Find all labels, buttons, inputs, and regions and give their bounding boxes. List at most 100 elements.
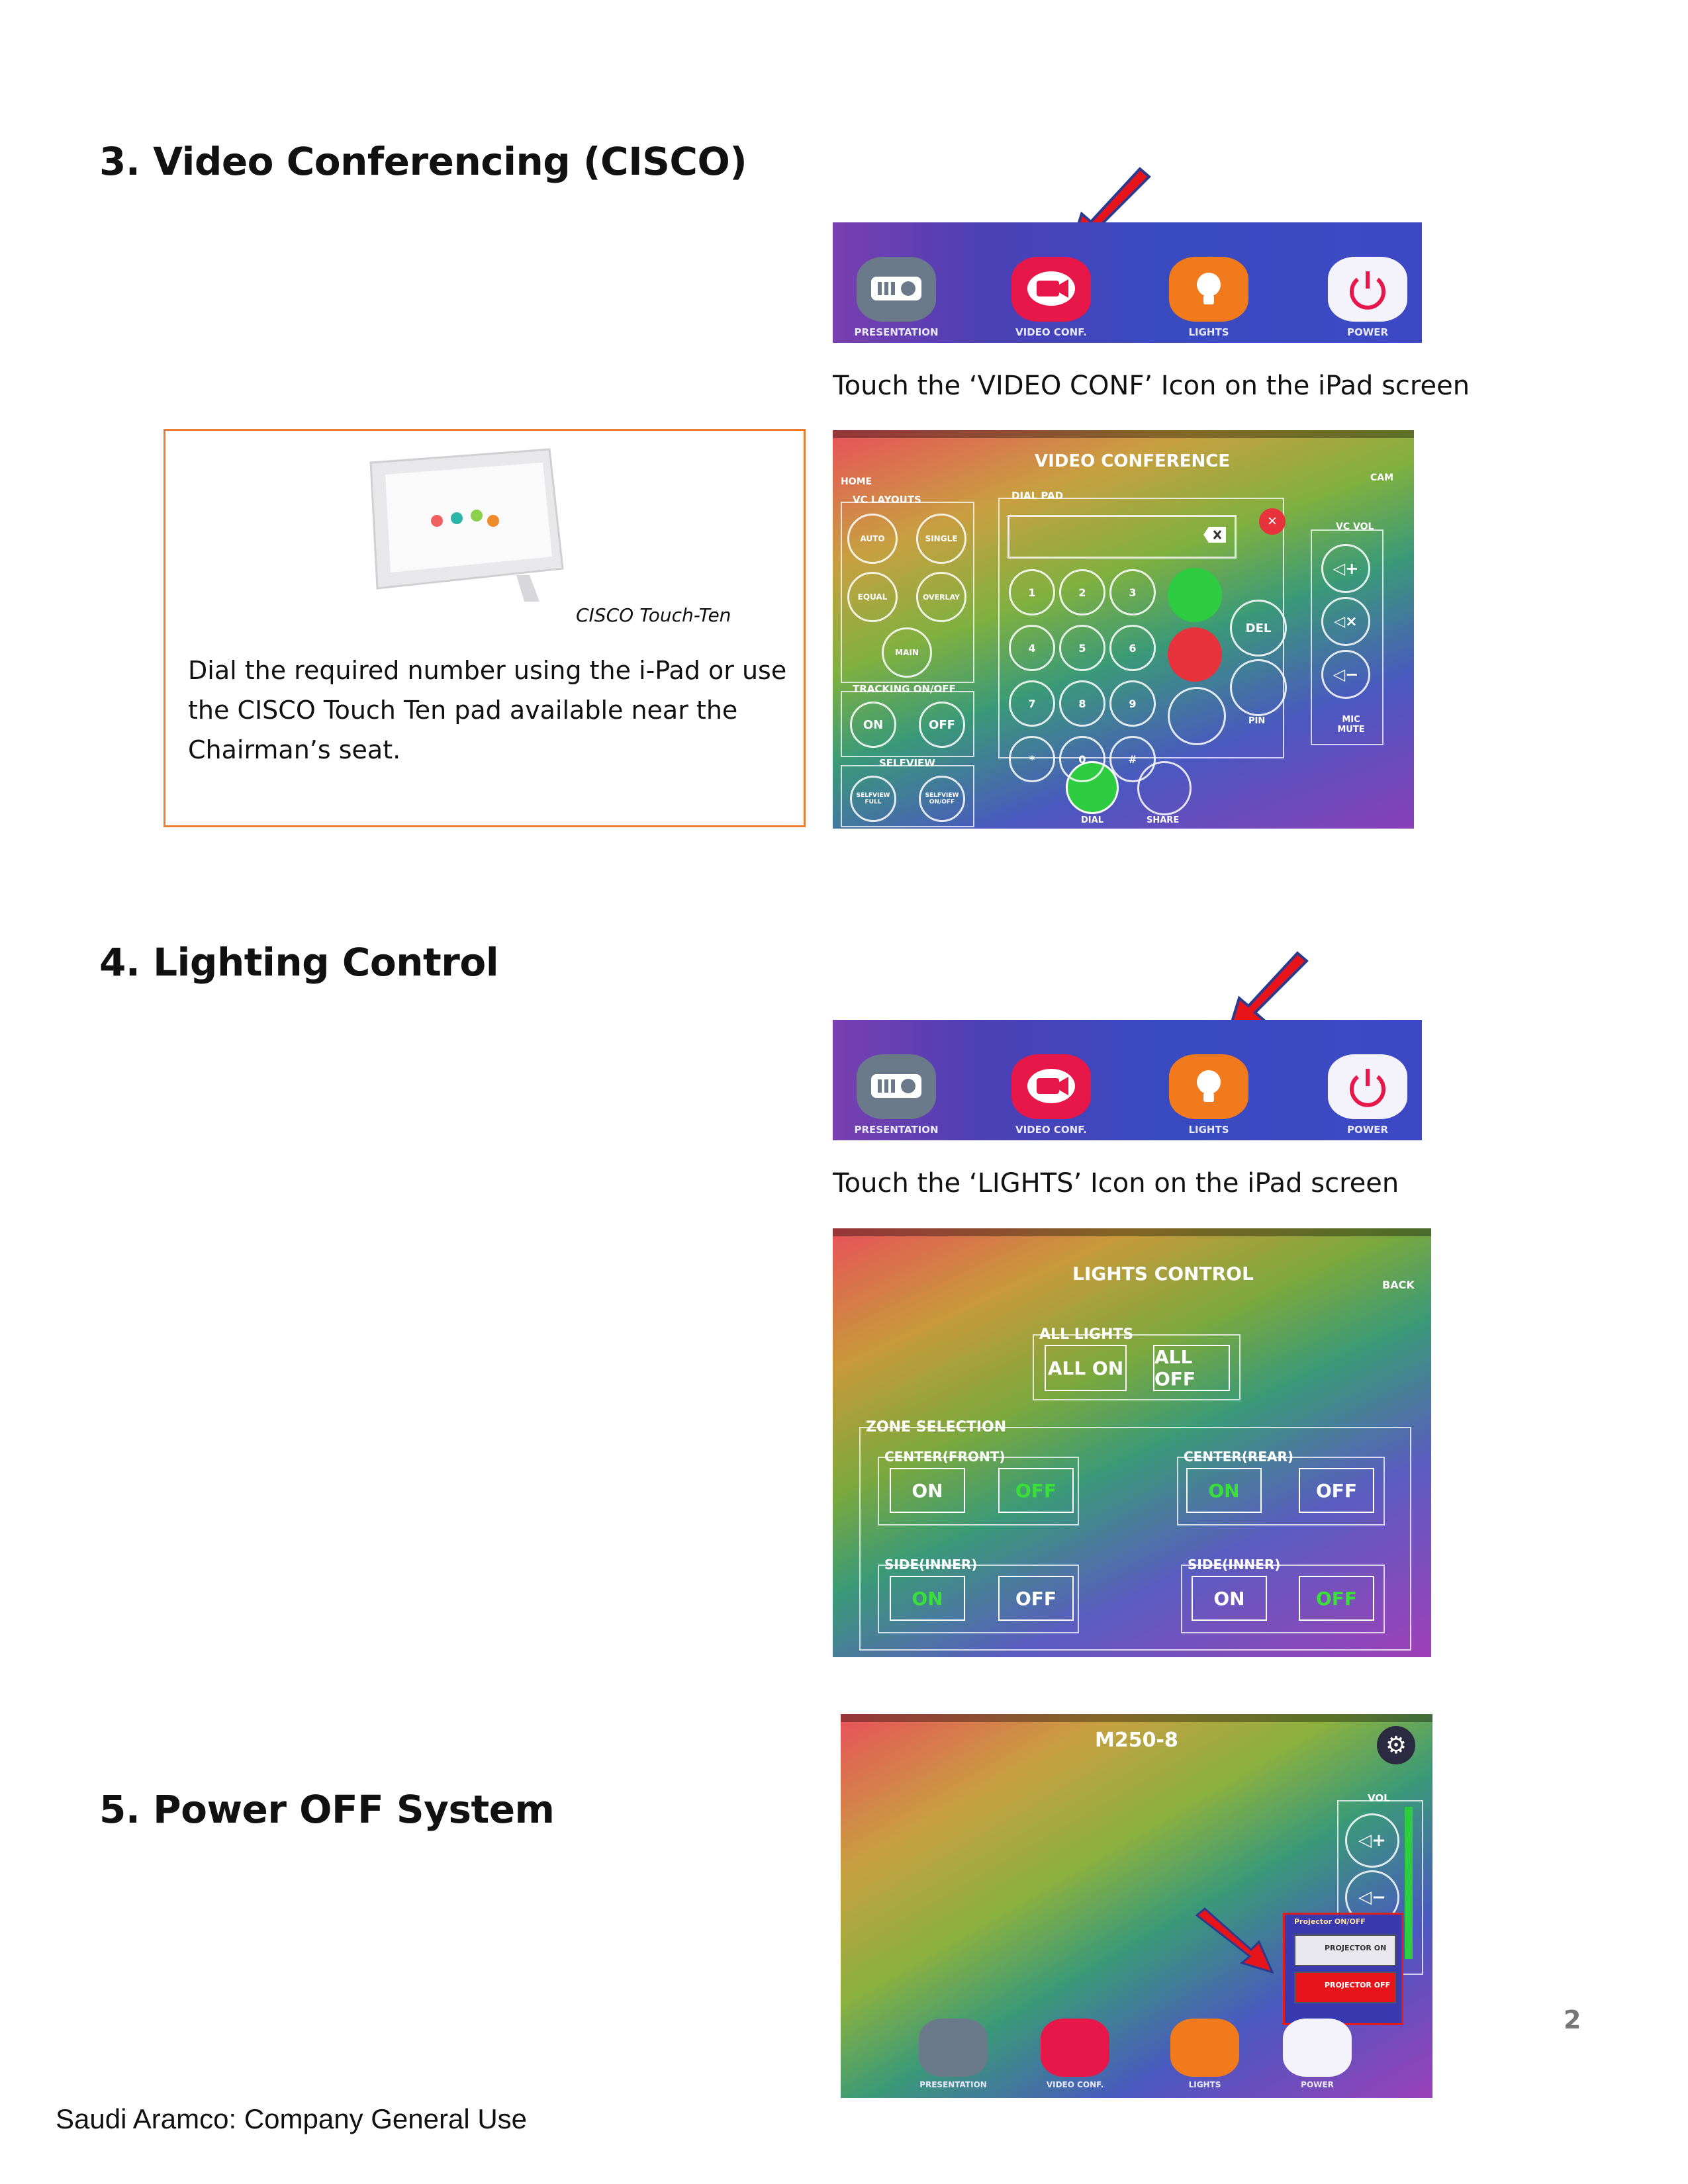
side-inner-left-off-button[interactable]: OFF	[998, 1576, 1074, 1621]
ipad-menu-bar: PRESENTATION VIDEO CONF. LIGHTS POWER	[833, 222, 1422, 343]
projector-off-label: PROJECTOR OFF	[1325, 1981, 1391, 1989]
vc-vol-label: VC VOL	[1336, 522, 1374, 532]
single-button[interactable]: SINGLE	[916, 514, 966, 564]
keypad-key[interactable]: 5	[1059, 625, 1105, 671]
dial-pad-label: DIAL PAD	[1011, 490, 1064, 502]
keypad-key[interactable]: #	[1109, 736, 1156, 782]
backspace-icon[interactable]	[1202, 524, 1229, 545]
section-3-heading: 3. Video Conferencing (CISCO)	[99, 139, 747, 184]
video-conf-label: VIDEO CONF.	[1015, 1124, 1087, 1136]
side-inner-right-on-button[interactable]: ON	[1192, 1576, 1267, 1621]
projector-on-button[interactable]: PROJECTOR ON	[1294, 1934, 1396, 1966]
power-label: POWER	[1301, 2080, 1334, 2089]
center-rear-off-button[interactable]: OFF	[1299, 1468, 1374, 1513]
vc-layouts-label: VC LAYOUTS	[853, 494, 921, 506]
call-button[interactable]	[1168, 568, 1222, 622]
all-off-button[interactable]: ALL OFF	[1153, 1345, 1230, 1391]
tracking-off-button[interactable]: OFF	[919, 702, 965, 748]
video-conf-button[interactable]	[1041, 2019, 1109, 2077]
volume-up-button[interactable]: ◁+	[1321, 544, 1370, 593]
volume-up-button[interactable]: ◁+	[1345, 1813, 1399, 1868]
center-rear-on-button[interactable]: ON	[1186, 1468, 1262, 1513]
ipad-menu-bar: PRESENTATION VIDEO CONF. LIGHTS POWER	[833, 1020, 1422, 1140]
keypad-key[interactable]: 7	[1009, 680, 1055, 727]
callout-line-3: Chairman’s seat.	[188, 735, 401, 764]
lights-caption: Touch the ‘LIGHTS’ Icon on the iPad scre…	[833, 1168, 1399, 1199]
power-button[interactable]	[1328, 257, 1407, 322]
cam-button[interactable]: CAM	[1370, 473, 1393, 483]
center-front-off-button[interactable]: OFF	[998, 1468, 1074, 1513]
pin-grid-button[interactable]	[1230, 659, 1287, 716]
lights-button[interactable]	[1170, 2019, 1239, 2077]
keypad-key[interactable]: *	[1009, 736, 1055, 782]
projector-icon	[871, 1074, 921, 1098]
video-conf-button[interactable]	[1011, 1054, 1091, 1119]
side-inner-right-off-button[interactable]: OFF	[1299, 1576, 1374, 1621]
callout-box: CISCO Touch-Ten Dial the required number…	[164, 429, 806, 827]
back-button[interactable]: BACK	[1382, 1279, 1415, 1291]
presentation-label: PRESENTATION	[854, 1124, 939, 1136]
keyboard-button[interactable]	[1168, 687, 1226, 745]
selfview-label: SELFVIEW	[879, 757, 935, 769]
keypad-key[interactable]: 3	[1109, 569, 1156, 615]
presentation-button[interactable]	[919, 2019, 988, 2077]
presentation-label: PRESENTATION	[919, 2080, 987, 2089]
lights-button[interactable]	[1169, 257, 1248, 322]
vc-title: VIDEO CONFERENCE	[1035, 451, 1231, 471]
hangup-button[interactable]	[1168, 627, 1222, 682]
del-button[interactable]: DEL	[1230, 600, 1287, 657]
video-conf-button[interactable]	[1011, 257, 1091, 322]
equal-button[interactable]: EQUAL	[847, 572, 898, 622]
power-button[interactable]	[1328, 1054, 1407, 1119]
lights-label: LIGHTS	[1188, 2080, 1221, 2089]
power-label: POWER	[1346, 1124, 1389, 1136]
clear-icon[interactable]: ×	[1259, 508, 1286, 535]
all-on-button[interactable]: ALL ON	[1045, 1345, 1127, 1391]
power-label: POWER	[1346, 326, 1389, 338]
settings-gear-icon[interactable]: ⚙	[1377, 1726, 1415, 1764]
keypad-key[interactable]: 0	[1059, 736, 1105, 782]
auto-button[interactable]: AUTO	[847, 514, 898, 564]
volume-level-bar	[1405, 1807, 1413, 1959]
keypad-key[interactable]: 1	[1009, 569, 1055, 615]
main-button[interactable]: MAIN	[882, 627, 932, 678]
keypad-key[interactable]: 9	[1109, 680, 1156, 727]
camera-icon	[1027, 271, 1075, 306]
presentation-button[interactable]	[857, 257, 936, 322]
keypad-key[interactable]: 2	[1059, 569, 1105, 615]
selfview-full-button[interactable]: SELFVIEW FULL	[850, 776, 896, 822]
page-number: 2	[1564, 2005, 1581, 2034]
tracking-label: TRACKING ON/OFF	[853, 683, 956, 695]
presentation-label: PRESENTATION	[854, 326, 939, 338]
video-conf-caption: Touch the ‘VIDEO CONF’ Icon on the iPad …	[833, 371, 1470, 401]
share-label: SHARE	[1147, 815, 1180, 825]
callout-line-1: Dial the required number using the i-Pad…	[188, 656, 787, 685]
side-inner-left-on-button[interactable]: ON	[890, 1576, 965, 1621]
overlay-button[interactable]: OVERLAY	[916, 572, 966, 622]
volume-down-button[interactable]: ◁−	[1321, 650, 1370, 699]
section-4-heading: 4. Lighting Control	[99, 940, 499, 985]
lights-control-screen: LIGHTS CONTROL BACK ALL LIGHTS ALL ON AL…	[833, 1228, 1431, 1657]
video-conf-label: VIDEO CONF.	[1015, 326, 1087, 338]
presentation-button[interactable]	[857, 1054, 936, 1119]
mic-mute-label[interactable]: MIC MUTE	[1328, 715, 1374, 735]
footer: Saudi Aramco: Company General Use	[56, 2103, 528, 2134]
lights-button[interactable]	[1169, 1054, 1248, 1119]
bulb-icon	[1197, 1070, 1221, 1102]
keypad-key[interactable]: 6	[1109, 625, 1156, 671]
keypad-key[interactable]: 8	[1059, 680, 1105, 727]
tracking-on-button[interactable]: ON	[850, 702, 896, 748]
center-front-on-button[interactable]: ON	[890, 1468, 965, 1513]
power-icon	[1350, 1069, 1385, 1107]
keypad-key[interactable]: 4	[1009, 625, 1055, 671]
projector-off-button[interactable]: PROJECTOR OFF	[1294, 1972, 1396, 2003]
camera-icon	[1027, 1069, 1075, 1103]
selfview-onoff-button[interactable]: SELFVIEW ON/OFF	[919, 776, 965, 822]
video-conference-screen: VIDEO CONFERENCE HOME CAM VC LAYOUTS AUT…	[833, 430, 1414, 829]
volume-mute-button[interactable]: ◁×	[1321, 597, 1370, 646]
dial-label: DIAL	[1081, 815, 1103, 825]
lights-title: LIGHTS CONTROL	[1072, 1263, 1254, 1285]
power-button[interactable]	[1283, 2019, 1352, 2077]
home-button[interactable]: HOME	[841, 477, 872, 487]
all-lights-label: ALL LIGHTS	[1039, 1326, 1134, 1343]
